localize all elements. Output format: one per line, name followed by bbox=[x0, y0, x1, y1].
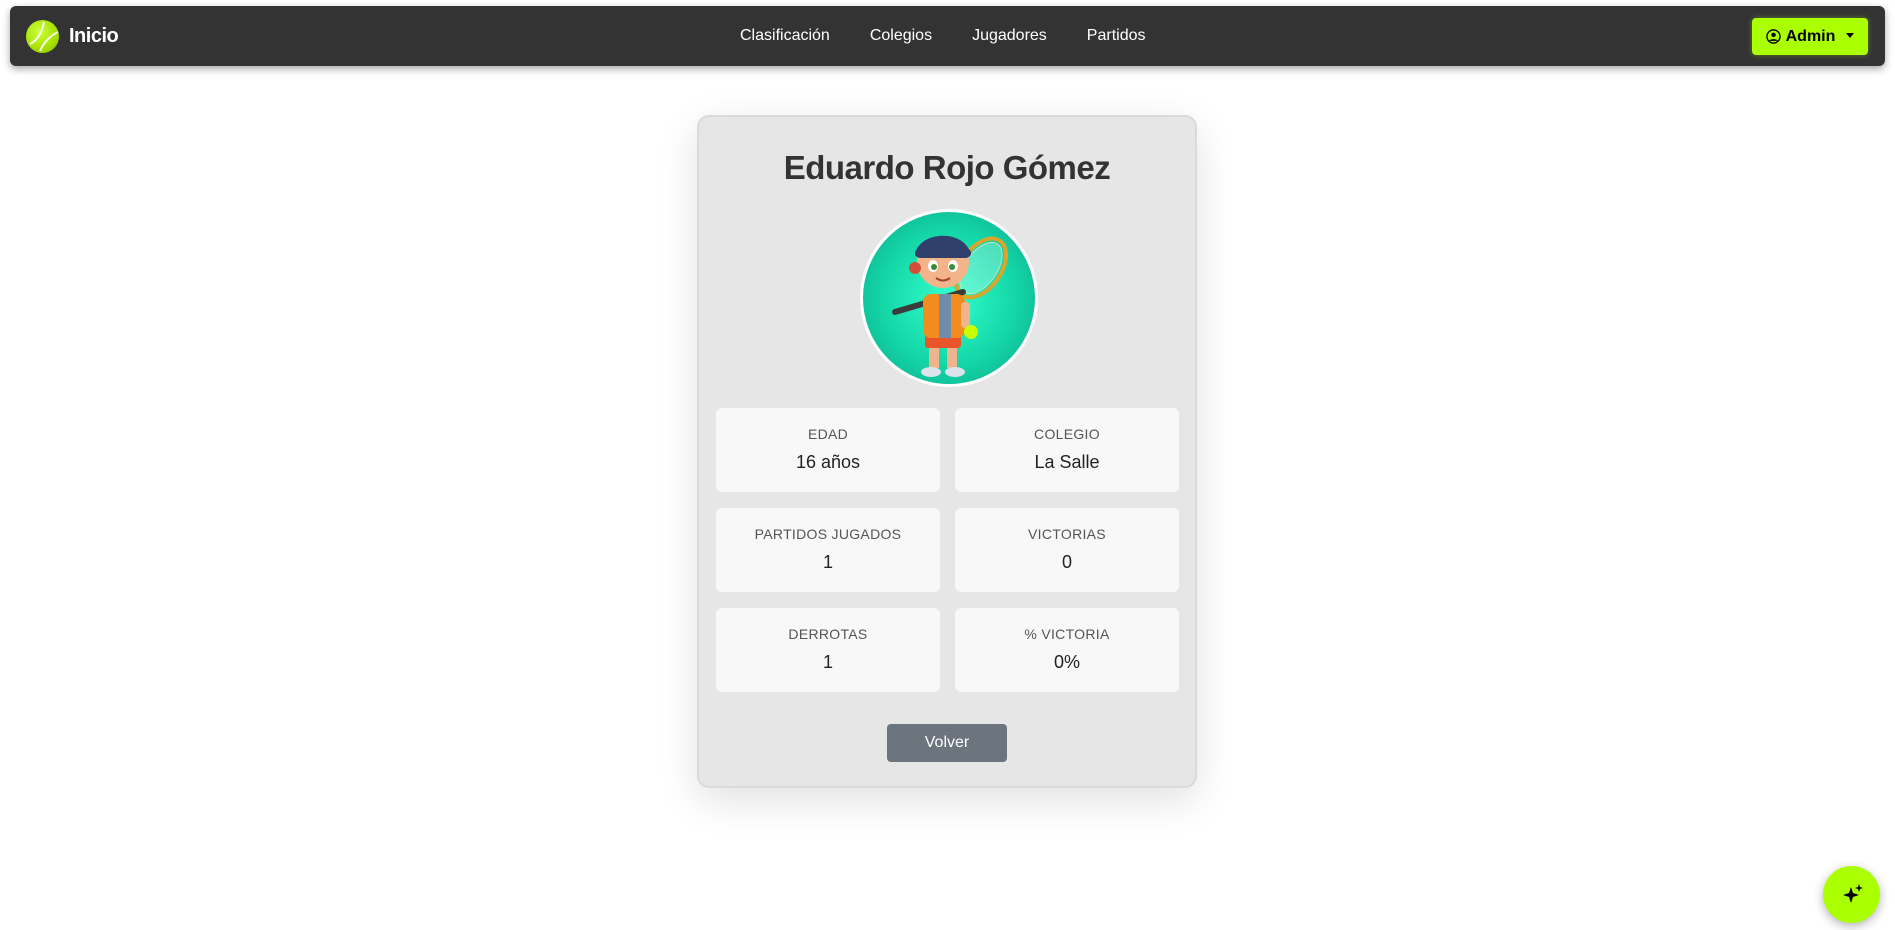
main-nav: Clasificación Colegios Jugadores Partido… bbox=[740, 6, 1146, 66]
player-profile-card: Eduardo Rojo Gómez EDAD 16 años COLEGIO … bbox=[697, 115, 1197, 788]
admin-menu-button[interactable]: Admin bbox=[1752, 18, 1868, 55]
user-circle-icon bbox=[1765, 29, 1781, 44]
stat-value: 0% bbox=[1053, 652, 1080, 672]
stat-value: 16 años bbox=[795, 452, 861, 472]
stat-card-victorias: VICTORIAS 0 bbox=[955, 508, 1179, 592]
chevron-down-icon bbox=[1846, 33, 1855, 38]
stat-label: VICTORIAS bbox=[1028, 526, 1106, 542]
player-avatar bbox=[860, 209, 1038, 387]
nav-link-colegios[interactable]: Colegios bbox=[870, 27, 932, 45]
player-name: Eduardo Rojo Gómez bbox=[783, 149, 1111, 186]
stat-label: % VICTORIA bbox=[1024, 626, 1110, 642]
stat-card-partidos-jugados: PARTIDOS JUGADOS 1 bbox=[716, 508, 940, 592]
stat-card-porcentaje-victoria: % VICTORIA 0% bbox=[955, 608, 1179, 692]
brand-home-link[interactable]: Inicio bbox=[26, 19, 119, 53]
sparkles-icon bbox=[1842, 883, 1863, 903]
stat-label: PARTIDOS JUGADOS bbox=[754, 526, 902, 542]
nav-link-partidos[interactable]: Partidos bbox=[1087, 27, 1146, 45]
admin-menu-label: Admin bbox=[1785, 27, 1836, 45]
nav-link-jugadores[interactable]: Jugadores bbox=[972, 27, 1047, 45]
stat-label: DERROTAS bbox=[788, 626, 868, 642]
stat-value: La Salle bbox=[1034, 452, 1100, 472]
stat-card-edad: EDAD 16 años bbox=[716, 408, 940, 492]
stat-card-derrotas: DERROTAS 1 bbox=[716, 608, 940, 692]
stat-label: EDAD bbox=[807, 426, 849, 442]
nav-link-clasificacion[interactable]: Clasificación bbox=[740, 27, 830, 45]
ai-assistant-button[interactable] bbox=[1823, 866, 1880, 923]
back-button[interactable]: Volver bbox=[887, 724, 1007, 762]
top-navbar: Inicio Clasificación Colegios Jugadores … bbox=[10, 6, 1885, 66]
stat-value: 1 bbox=[822, 652, 833, 672]
stat-value: 0 bbox=[1061, 552, 1072, 572]
tennis-ball-icon bbox=[26, 19, 59, 53]
stat-label: COLEGIO bbox=[1034, 426, 1100, 442]
stat-value: 1 bbox=[822, 552, 833, 572]
brand-label: Inicio bbox=[69, 24, 119, 47]
stat-card-colegio: COLEGIO La Salle bbox=[955, 408, 1179, 492]
